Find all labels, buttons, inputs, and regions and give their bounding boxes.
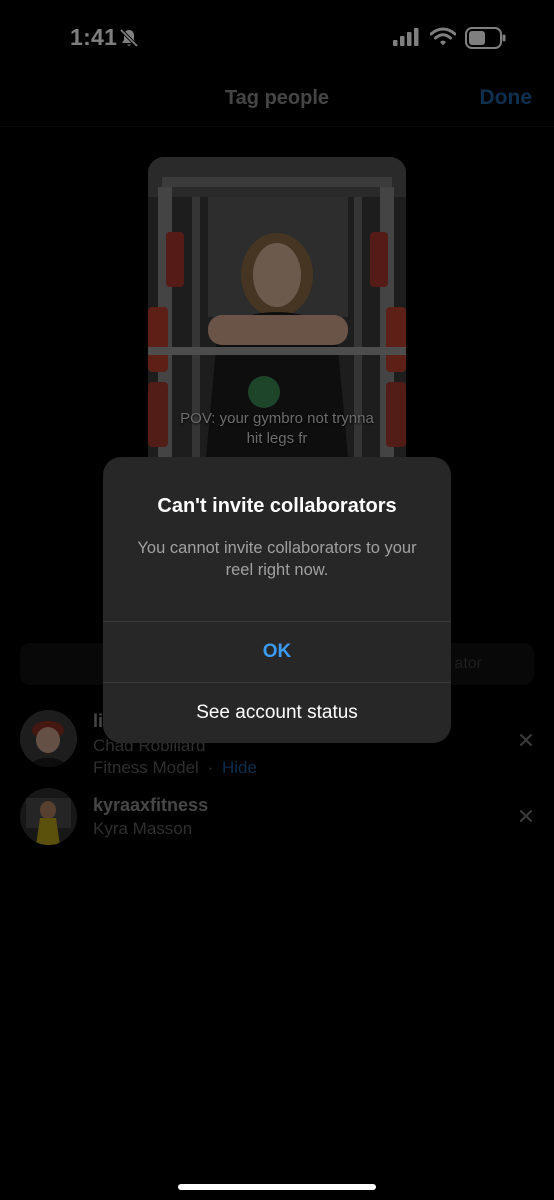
see-account-status-button[interactable]: See account status	[103, 683, 451, 743]
alert-title: Can't invite collaborators	[157, 495, 397, 517]
alert-dialog: Can't invite collaborators You cannot in…	[103, 457, 451, 743]
ok-button[interactable]: OK	[103, 622, 451, 682]
alert-message: You cannot invite collaborators to your …	[137, 539, 417, 579]
home-indicator[interactable]	[178, 1184, 376, 1190]
